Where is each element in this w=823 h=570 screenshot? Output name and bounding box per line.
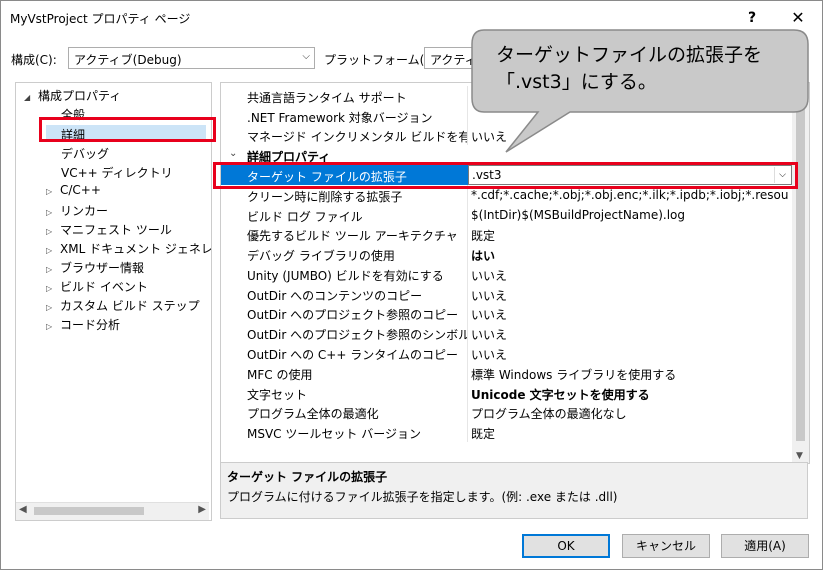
- tree-item-vc-directories[interactable]: VC++ ディレクトリ: [61, 164, 173, 181]
- collapsed-triangle-icon: ▷: [46, 187, 53, 196]
- description-text: プログラムに付けるファイル拡張子を指定します。(例: .exe または .dll…: [227, 490, 618, 504]
- column-divider: [467, 402, 468, 422]
- scroll-left-icon[interactable]: ◀: [19, 504, 27, 515]
- config-label: 構成(C):: [11, 53, 57, 67]
- tree-item-build-events[interactable]: ▷ ビルド イベント: [46, 278, 148, 295]
- column-divider: [467, 422, 468, 442]
- scroll-right-icon[interactable]: ▶: [198, 504, 206, 515]
- window-title: MyVstProject プロパティ ページ: [10, 12, 191, 26]
- scroll-down-icon[interactable]: ▼: [796, 451, 803, 461]
- collapsed-triangle-icon: ▷: [46, 246, 53, 255]
- column-divider: [467, 106, 468, 126]
- column-divider: [467, 244, 468, 264]
- column-divider: [467, 284, 468, 304]
- tree-item-c-cpp[interactable]: ▷ C/C++: [46, 183, 101, 197]
- tree-item-code-analysis[interactable]: ▷ コード分析: [46, 316, 120, 333]
- grid-row[interactable]: Unity (JUMBO) ビルドを有効にする いいえ: [221, 264, 792, 284]
- grid-row[interactable]: OutDir へのコンテンツのコピー いいえ: [221, 284, 792, 304]
- platform-label: プラットフォーム(P):: [324, 53, 441, 67]
- grid-row[interactable]: MSVC ツールセット バージョン 既定: [221, 422, 792, 442]
- tree-item-xml-doc-generator[interactable]: ▷XML ドキュメント ジェネレーター: [46, 240, 211, 257]
- tree-item-linker[interactable]: ▷ リンカー: [46, 202, 108, 219]
- cancel-button[interactable]: キャンセル: [622, 534, 710, 558]
- config-dropdown[interactable]: アクティブ(Debug) ⌵: [68, 47, 315, 69]
- ok-button[interactable]: OK: [522, 534, 610, 558]
- config-value: アクティブ(Debug): [74, 53, 182, 67]
- callout-text: ターゲットファイルの拡張子を 「.vst3」にする。: [496, 42, 796, 96]
- column-divider: [467, 264, 468, 284]
- column-divider: [467, 205, 468, 225]
- tree-item-config-properties[interactable]: ◢ 構成プロパティ: [24, 87, 121, 104]
- column-divider: [467, 86, 468, 106]
- grid-row[interactable]: 優先するビルド ツール アーキテクチャ 既定: [221, 224, 792, 244]
- grid-row[interactable]: ビルド ログ ファイル $(IntDir)$(MSBuildProjectName…: [221, 205, 792, 225]
- collapsed-triangle-icon: ▷: [46, 303, 53, 312]
- tree-item-custom-build-step[interactable]: ▷ カスタム ビルド ステップ: [46, 297, 200, 314]
- column-divider: [467, 363, 468, 383]
- grid-row[interactable]: デバッグ ライブラリの使用 はい: [221, 244, 792, 264]
- description-panel: ターゲット ファイルの拡張子 プログラムに付けるファイル拡張子を指定します。(例…: [220, 462, 808, 519]
- column-divider: [467, 125, 468, 145]
- collapsed-triangle-icon: ▷: [46, 322, 53, 331]
- grid-row[interactable]: MFC の使用 標準 Windows ライブラリを使用する: [221, 363, 792, 383]
- column-divider: [467, 224, 468, 244]
- grid-row[interactable]: OutDir への C++ ランタイムのコピー いいえ: [221, 343, 792, 363]
- tree-item-debugging[interactable]: デバッグ: [61, 145, 109, 162]
- expanded-triangle-icon: ◢: [24, 93, 31, 102]
- grid-row[interactable]: 文字セット Unicode 文字セットを使用する: [221, 383, 792, 403]
- apply-button[interactable]: 適用(A): [721, 534, 809, 558]
- property-tree[interactable]: ◢ 構成プロパティ 全般 詳細 デバッグ VC++ ディレクトリ ▷ C/C++ ▷…: [15, 82, 212, 521]
- collapsed-triangle-icon: ▷: [46, 284, 53, 293]
- collapsed-triangle-icon: ▷: [46, 208, 53, 217]
- callout-line-2: 「.vst3」にする。: [496, 71, 657, 93]
- tree-item-browse-info[interactable]: ▷ ブラウザー情報: [46, 259, 144, 276]
- grid-row[interactable]: OutDir へのプロジェクト参照のシンボルのコピーいいえ: [221, 323, 792, 343]
- chevron-down-icon: ⌵: [302, 51, 310, 62]
- column-divider: [467, 303, 468, 323]
- tree-item-manifest-tool[interactable]: ▷ マニフェスト ツール: [46, 221, 172, 238]
- grid-row[interactable]: OutDir へのプロジェクト参照のコピー いいえ: [221, 303, 792, 323]
- column-divider: [467, 343, 468, 363]
- highlight-tree-advanced: [39, 117, 216, 142]
- scroll-thumb[interactable]: [34, 507, 144, 515]
- column-divider: [467, 323, 468, 343]
- callout-line-1: ターゲットファイルの拡張子を: [496, 44, 763, 66]
- description-title: ターゲット ファイルの拡張子: [227, 470, 388, 484]
- chevron-down-icon[interactable]: ⌄: [229, 148, 237, 159]
- collapsed-triangle-icon: ▷: [46, 227, 53, 236]
- collapsed-triangle-icon: ▷: [46, 265, 53, 274]
- grid-row[interactable]: プログラム全体の最適化 プログラム全体の最適化なし: [221, 402, 792, 422]
- tree-horizontal-scrollbar[interactable]: ◀ ▶: [16, 502, 209, 520]
- column-divider: [467, 383, 468, 403]
